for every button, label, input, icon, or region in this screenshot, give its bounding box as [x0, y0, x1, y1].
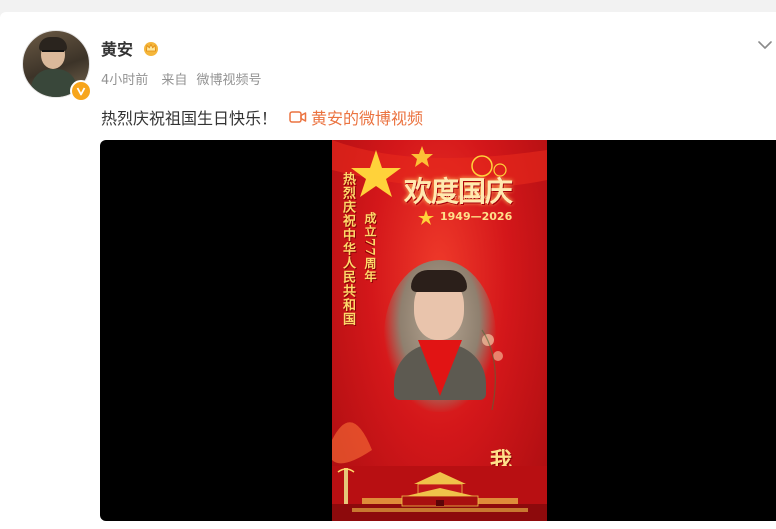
poster-title: 欢度国庆 — [404, 175, 513, 208]
poster-vertical-anniversary: 成立77周年 — [363, 212, 377, 283]
video-link-label: 黄安的微博视频 — [311, 109, 424, 128]
post-time[interactable]: 4小时前 — [101, 73, 148, 88]
chevron-down-icon[interactable] — [756, 36, 774, 54]
video-link[interactable]: 黄安的微博视频 — [289, 105, 423, 129]
tiananmen-palace-graphic — [332, 466, 547, 521]
post-meta: 4小时前 来自 微博视频号 — [101, 69, 270, 88]
avatar-glasses — [42, 50, 64, 58]
video-camera-icon — [289, 111, 307, 123]
post-text: 热烈庆祝祖国生日快乐！ — [101, 109, 278, 128]
post-body: 热烈庆祝祖国生日快乐！ 黄安的微博视频 — [101, 105, 423, 129]
verified-icon — [70, 80, 92, 102]
poster-subtitle: HAPPY NATIONAL DAY — [444, 195, 488, 200]
from-label: 来自 — [161, 73, 188, 88]
author-name[interactable]: 黄安 — [101, 36, 133, 60]
post-source[interactable]: 微博视频号 — [196, 73, 261, 88]
poster-years: 1949—2026 — [440, 210, 513, 223]
portrait-hair — [411, 270, 467, 292]
video-player[interactable]: 欢度国庆 HAPPY NATIONAL DAY 1949—2026 热烈庆祝中华… — [100, 140, 776, 521]
video-poster: 欢度国庆 HAPPY NATIONAL DAY 1949—2026 热烈庆祝中华… — [332, 140, 547, 521]
avatar-hair — [39, 37, 67, 51]
crown-icon — [144, 42, 158, 56]
weibo-post-card: 黄安 4小时前 来自 微博视频号 热烈庆祝祖国生日快乐！ 黄安的微博视频 欢度国… — [0, 12, 776, 529]
